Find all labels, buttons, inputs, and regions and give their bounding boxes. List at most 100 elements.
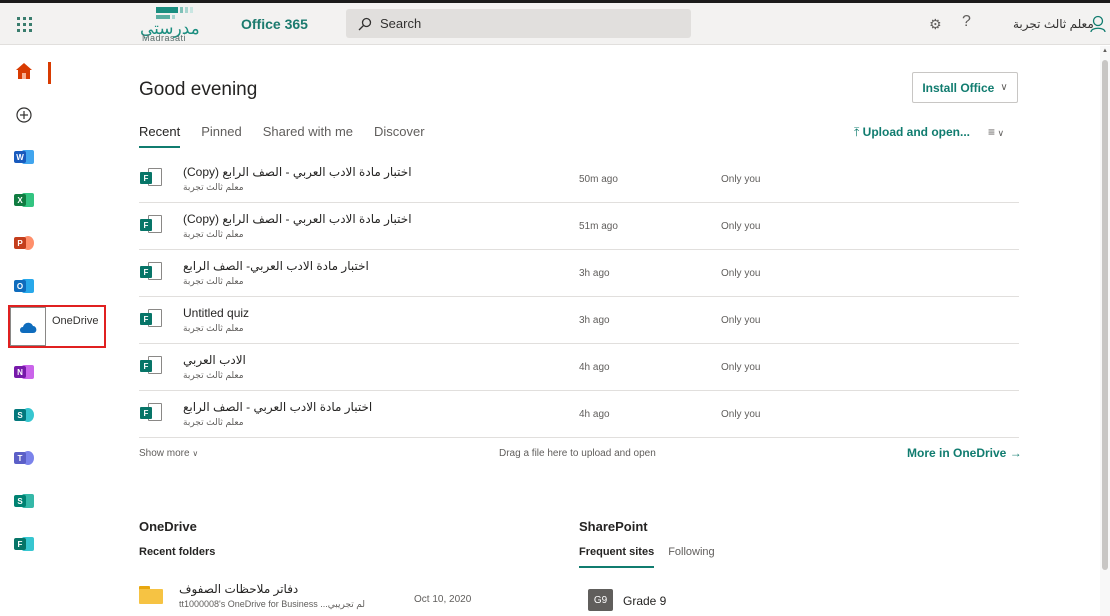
main-content: Good evening Install Office ∨ Recent Pin… [48, 46, 1100, 616]
chevron-down-icon: ∨ [1000, 82, 1008, 93]
powerpoint-icon: P [14, 234, 34, 252]
excel-app-button[interactable]: X [10, 186, 38, 214]
teams-app-button[interactable]: T [10, 444, 38, 472]
more-in-onedrive-link[interactable]: More in OneDrive → [907, 446, 1022, 460]
forms-file-icon: F [140, 403, 162, 423]
file-name[interactable]: (Copy) اختبار مادة الادب العربي - الصف ا… [183, 212, 412, 226]
file-name[interactable]: اختبار مادة الادب العربي - الصف الرابع [183, 400, 372, 414]
tab-following[interactable]: Following [668, 546, 714, 568]
chevron-down-icon: ∨ [995, 128, 1005, 138]
settings-gear-icon[interactable]: ⚙ [929, 16, 942, 33]
onenote-icon: N [14, 363, 34, 381]
more-in-onedrive-label: More in OneDrive [907, 446, 1007, 460]
sharepoint-icon: S [14, 406, 34, 424]
file-time: 51m ago [579, 221, 618, 232]
file-owner: معلم ثالث تجربة [183, 182, 244, 192]
file-access: Only you [721, 174, 761, 185]
outlook-app-button[interactable]: O [10, 272, 38, 300]
home-icon [16, 63, 32, 79]
file-owner: معلم ثالث تجربة [183, 370, 244, 380]
file-access: Only you [721, 221, 761, 232]
file-access: Only you [721, 315, 761, 326]
word-app-button[interactable]: W [10, 143, 38, 171]
file-tabs: Recent Pinned Shared with me Discover [139, 124, 446, 148]
forms-file-icon: F [140, 356, 162, 376]
upload-and-open-button[interactable]: ⤒ Upload and open... [854, 125, 970, 140]
search-placeholder: Search [380, 16, 422, 31]
show-more-button[interactable]: Show more ∨ [139, 448, 198, 459]
page-scrollbar[interactable]: ▲ [1100, 46, 1110, 616]
site-name-link[interactable]: Grade 9 [623, 594, 666, 608]
top-bar: مدرستي Madrasati Office 365 Search ⚙ ? م… [0, 3, 1110, 45]
file-owner: معلم ثالث تجربة [183, 323, 244, 333]
sort-lines-icon: ≡ [988, 125, 996, 139]
user-name[interactable]: معلم ثالث تجربة [1013, 17, 1094, 31]
file-name[interactable]: الادب العربي [183, 353, 246, 367]
sharepoint-tabs: Frequent sites Following [579, 546, 729, 568]
folder-name[interactable]: دفاتر ملاحظات الصفوف [179, 582, 298, 596]
sharepoint-app-button[interactable]: S [10, 401, 38, 429]
show-more-label: Show more [139, 448, 190, 459]
file-name[interactable]: اختبار مادة الادب العربي- الصف الرابع [183, 259, 369, 273]
file-time: 3h ago [579, 268, 610, 279]
tab-pinned[interactable]: Pinned [201, 124, 241, 148]
teams-icon: T [14, 449, 34, 467]
sway-icon: S [14, 492, 34, 510]
file-time: 50m ago [579, 174, 618, 185]
install-office-button[interactable]: Install Office ∨ [912, 72, 1018, 103]
scroll-up-arrow-icon[interactable]: ▲ [1102, 48, 1108, 54]
upload-label: Upload and open... [862, 125, 970, 139]
plus-circle-icon [16, 107, 32, 123]
outlook-icon: O [14, 277, 34, 295]
tab-frequent-sites[interactable]: Frequent sites [579, 546, 655, 568]
file-time: 3h ago [579, 315, 610, 326]
file-name[interactable]: (Copy) اختبار مادة الادب العربي - الصف ا… [183, 165, 412, 179]
powerpoint-app-button[interactable]: P [10, 229, 38, 257]
file-access: Only you [721, 268, 761, 279]
install-office-label: Install Office [922, 80, 995, 95]
forms-file-icon: F [140, 168, 162, 188]
file-row[interactable]: F (Copy) اختبار مادة الادب العربي - الصف… [139, 203, 1019, 250]
folder-icon [139, 586, 163, 604]
file-name[interactable]: Untitled quiz [183, 306, 249, 320]
drag-drop-hint: Drag a file here to upload and open [499, 448, 656, 459]
forms-app-button[interactable]: F [10, 530, 38, 558]
arrow-right-icon: → [1009, 446, 1022, 460]
app-launcher-button[interactable] [0, 3, 48, 45]
search-icon [358, 17, 372, 30]
tab-shared-with-me[interactable]: Shared with me [263, 124, 353, 148]
logo-english-text: Madrasati [142, 33, 187, 43]
sway-app-button[interactable]: S [10, 487, 38, 515]
onedrive-section-title: OneDrive [139, 519, 197, 534]
file-owner: معلم ثالث تجربة [183, 276, 244, 286]
forms-file-icon: F [140, 309, 162, 329]
help-icon[interactable]: ? [962, 13, 971, 31]
home-button[interactable] [10, 57, 38, 85]
forms-file-icon: F [140, 262, 162, 282]
forms-file-icon: F [140, 215, 162, 235]
file-access: Only you [721, 409, 761, 420]
upload-arrow-icon: ⤒ [854, 125, 860, 139]
site-badge: G9 [588, 589, 613, 611]
user-avatar-icon[interactable] [1090, 15, 1106, 33]
app-name-link[interactable]: Office 365 [241, 16, 308, 32]
file-row[interactable]: F اختبار مادة الادب العربي- الصف الرابع … [139, 250, 1019, 297]
file-row[interactable]: F اختبار مادة الادب العربي - الصف الرابع… [139, 391, 1019, 438]
sort-button[interactable]: ≡ ∨ [988, 125, 1004, 139]
onedrive-hover-box [10, 307, 46, 346]
search-box[interactable]: Search [346, 9, 691, 38]
file-owner: معلم ثالث تجربة [183, 417, 244, 427]
file-owner: معلم ثالث تجربة [183, 229, 244, 239]
waffle-icon [16, 16, 32, 32]
tab-discover[interactable]: Discover [374, 124, 425, 148]
excel-icon: X [14, 191, 34, 209]
page-title: Good evening [139, 79, 258, 100]
file-row[interactable]: F Untitled quiz معلم ثالث تجربة 3h ago O… [139, 297, 1019, 344]
onenote-app-button[interactable]: N [10, 358, 38, 386]
scroll-thumb[interactable] [1102, 60, 1108, 570]
madrasati-logo[interactable]: مدرستي Madrasati [136, 7, 214, 43]
file-row[interactable]: F الادب العربي معلم ثالث تجربة 4h ago On… [139, 344, 1019, 391]
tab-recent[interactable]: Recent [139, 124, 181, 148]
create-button[interactable] [10, 101, 38, 129]
file-row[interactable]: F (Copy) اختبار مادة الادب العربي - الصف… [139, 156, 1019, 203]
